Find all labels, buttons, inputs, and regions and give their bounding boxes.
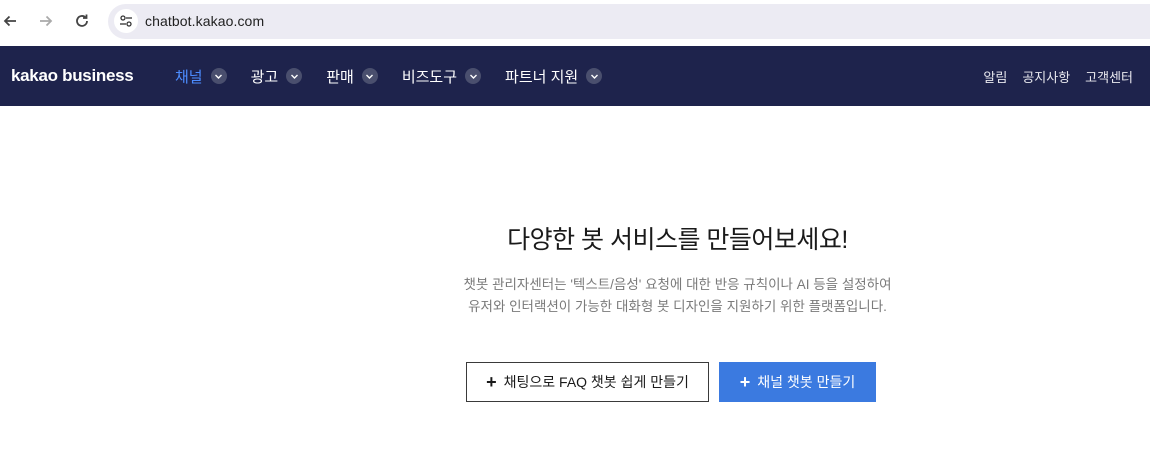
chevron-down-icon <box>210 68 227 84</box>
chevron-down-icon <box>286 68 303 84</box>
plus-icon: + <box>739 372 751 392</box>
plus-icon: + <box>486 372 497 392</box>
hero-actions: + 채팅으로 FAQ 챗봇 쉽게 만들기 + 채널 챗봇 만들기 <box>466 362 876 402</box>
menu-item-channel[interactable]: 채널 <box>175 66 227 87</box>
hero-title: 다양한 봇 서비스를 만들어보세요! <box>507 226 848 254</box>
hero-description-line: 챗봇 관리자센터는 '텍스트/음성' 요청에 대한 반응 규칙이나 AI 등을 … <box>463 277 892 292</box>
hero-description: 챗봇 관리자센터는 '텍스트/음성' 요청에 대한 반응 규칙이나 AI 등을 … <box>340 274 1015 318</box>
reload-button[interactable] <box>69 8 95 34</box>
menu-item-label: 비즈도구 <box>401 68 458 86</box>
menu-item-partner-support[interactable]: 파트너 지원 <box>505 66 603 87</box>
chevron-down-icon <box>361 68 378 84</box>
reload-icon <box>76 14 88 27</box>
kakao-business-logo[interactable]: kakao business <box>11 66 134 86</box>
site-header: kakao business 채널 광고 판매 비즈도구 파트너 지원 알림 공… <box>0 46 1150 106</box>
menu-item-label: 파트너 지원 <box>505 68 579 86</box>
hero-section: 다양한 봇 서비스를 만들어보세요! 챗봇 관리자센터는 '텍스트/음성' 요청… <box>340 220 1015 318</box>
back-button[interactable] <box>0 8 23 34</box>
button-label: 채팅으로 FAQ 챗봇 쉽게 만들기 <box>503 374 689 390</box>
menu-item-label: 채널 <box>175 68 203 86</box>
main-menu: 채널 광고 판매 비즈도구 파트너 지원 <box>175 46 626 106</box>
browser-toolbar: chatbot.kakao.com <box>0 0 1150 45</box>
hero-description-line: 유저와 인터랙션이 가능한 대화형 봇 디자인을 지원하기 위한 플랫폼입니다. <box>468 299 887 314</box>
menu-item-biz-tools[interactable]: 비즈도구 <box>401 66 482 87</box>
menu-item-ads[interactable]: 광고 <box>251 66 303 87</box>
create-faq-chatbot-button[interactable]: + 채팅으로 FAQ 챗봇 쉽게 만들기 <box>466 362 709 402</box>
arrow-left-icon <box>3 15 16 27</box>
address-bar[interactable]: chatbot.kakao.com <box>108 4 1150 39</box>
site-settings-icon[interactable] <box>114 9 138 33</box>
menu-item-sales[interactable]: 판매 <box>326 66 378 87</box>
chevron-down-icon <box>586 68 603 84</box>
create-channel-chatbot-button[interactable]: + 채널 챗봇 만들기 <box>719 362 876 402</box>
utility-links: 알림 공지사항 고객센터 <box>968 46 1133 106</box>
forward-button[interactable] <box>33 8 59 34</box>
support-link[interactable]: 고객센터 <box>1085 67 1133 86</box>
url-text: chatbot.kakao.com <box>145 13 265 29</box>
chevron-down-icon <box>465 68 482 84</box>
button-label: 채널 챗봇 만들기 <box>757 374 856 390</box>
alerts-link[interactable]: 알림 <box>983 67 1007 86</box>
menu-item-label: 판매 <box>326 68 354 86</box>
menu-item-label: 광고 <box>250 68 279 86</box>
arrow-right-icon <box>40 15 53 27</box>
notice-link[interactable]: 공지사항 <box>1022 67 1070 86</box>
